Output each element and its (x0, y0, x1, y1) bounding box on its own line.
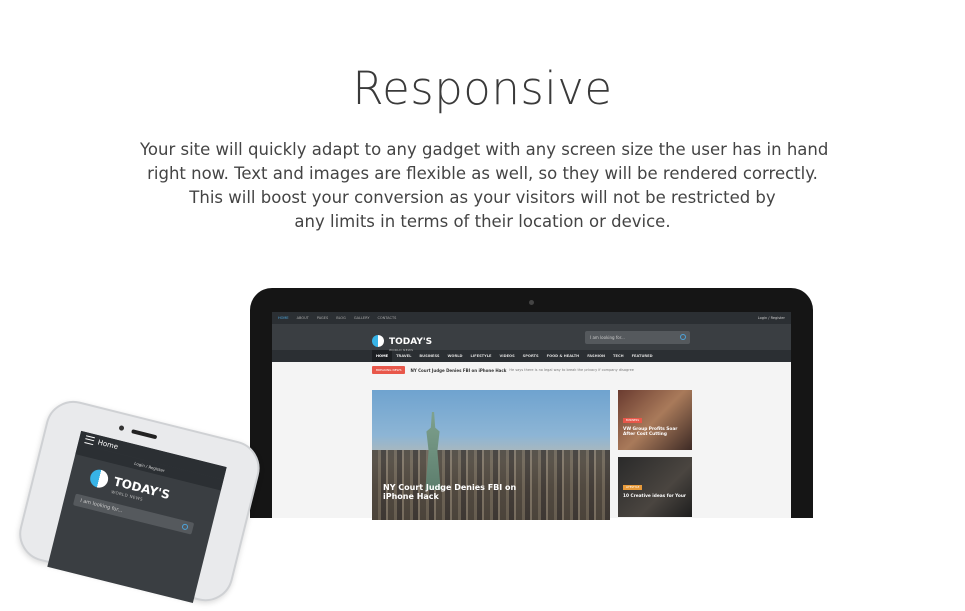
intro-line: any limits in terms of their location or… (294, 212, 671, 231)
phone-screen: Home Login / Register TODAY'S WORLD NEWS… (47, 430, 227, 604)
intro-text: Your site will quickly adapt to any gadg… (140, 138, 829, 234)
side-article-title[interactable]: VW Group Profits Soar After Cost Cutting (623, 427, 689, 437)
breaking-description: He says there is no legal way to break t… (509, 368, 634, 372)
nav-tech[interactable]: TECH (609, 350, 628, 362)
phone-camera-icon (118, 425, 125, 432)
intro-line: This will boost your conversion as your … (189, 188, 776, 207)
phone-speaker (131, 429, 158, 440)
search-icon[interactable] (680, 334, 686, 340)
nav-fashion[interactable]: FASHION (583, 350, 609, 362)
nav-featured[interactable]: FEATURED (628, 350, 657, 362)
side-article-title[interactable]: 10 Creative ideas for Your (623, 494, 689, 499)
breaking-headline[interactable]: NY Court Judge Denies FBI on iPhone Hack (410, 368, 506, 373)
breaking-badge: BREAKING NEWS (372, 366, 406, 374)
nav-sports[interactable]: SPORTS (519, 350, 543, 362)
search-input[interactable]: I am looking for... (585, 331, 690, 344)
category-badge: LIFESTYLE (623, 485, 643, 490)
camera-icon (529, 300, 534, 305)
intro-line: Your site will quickly adapt to any gadg… (140, 140, 829, 159)
logo-subtitle: WORLD NEWS (389, 348, 414, 352)
toplink-about[interactable]: ABOUT (297, 316, 309, 320)
login-link[interactable]: Login / Register (758, 316, 785, 320)
feature-title[interactable]: NY Court Judge Denies FBI on iPhone Hack (383, 483, 543, 501)
logo-icon (372, 334, 384, 347)
site-header: TODAY'S WORLD NEWS I am looking for... (272, 324, 791, 352)
logo-icon (88, 467, 111, 490)
laptop-screen: HOME ABOUT PAGES BLOG GALLERY CONTACTS L… (272, 312, 791, 522)
toplink-home[interactable]: HOME (278, 316, 289, 320)
hamburger-menu-icon[interactable] (84, 434, 96, 445)
nav-lifestyle[interactable]: LIFESTYLE (467, 350, 496, 362)
laptop-mockup: HOME ABOUT PAGES BLOG GALLERY CONTACTS L… (250, 288, 813, 522)
toplink-pages[interactable]: PAGES (317, 316, 328, 320)
phone-search-placeholder: I am looking for... (79, 497, 124, 515)
category-badge: BUSINESS (623, 418, 642, 423)
toplink-gallery[interactable]: GALLERY (354, 316, 370, 320)
intro-line: right now. Text and images are flexible … (147, 164, 818, 183)
feature-article[interactable]: NY Court Judge Denies FBI on iPhone Hack (372, 390, 610, 520)
phone-mockup: Home Login / Register TODAY'S WORLD NEWS… (13, 395, 266, 608)
nav-world[interactable]: WORLD (443, 350, 466, 362)
site-logo[interactable]: TODAY'S WORLD NEWS (372, 329, 432, 352)
search-icon[interactable] (181, 523, 189, 531)
site-topbar: HOME ABOUT PAGES BLOG GALLERY CONTACTS L… (272, 312, 791, 324)
breaking-news-bar: BREAKING NEWS NY Court Judge Denies FBI … (272, 362, 791, 378)
side-article[interactable]: BUSINESS VW Group Profits Soar After Cos… (618, 390, 692, 450)
nav-videos[interactable]: VIDEOS (495, 350, 518, 362)
page-title: Responsive (352, 62, 613, 115)
side-article[interactable]: LIFESTYLE 10 Creative ideas for Your (618, 457, 692, 517)
logo-title: TODAY'S (389, 337, 433, 347)
toplink-contacts[interactable]: CONTACTS (377, 316, 396, 320)
nav-food-health[interactable]: FOOD & HEALTH (543, 350, 584, 362)
main-nav: HOME TRAVEL BUSINESS WORLD LIFESTYLE VID… (272, 350, 791, 362)
search-placeholder: I am looking for... (590, 335, 625, 340)
toplink-blog[interactable]: BLOG (336, 316, 346, 320)
content-area: NY Court Judge Denies FBI on iPhone Hack… (272, 378, 791, 520)
